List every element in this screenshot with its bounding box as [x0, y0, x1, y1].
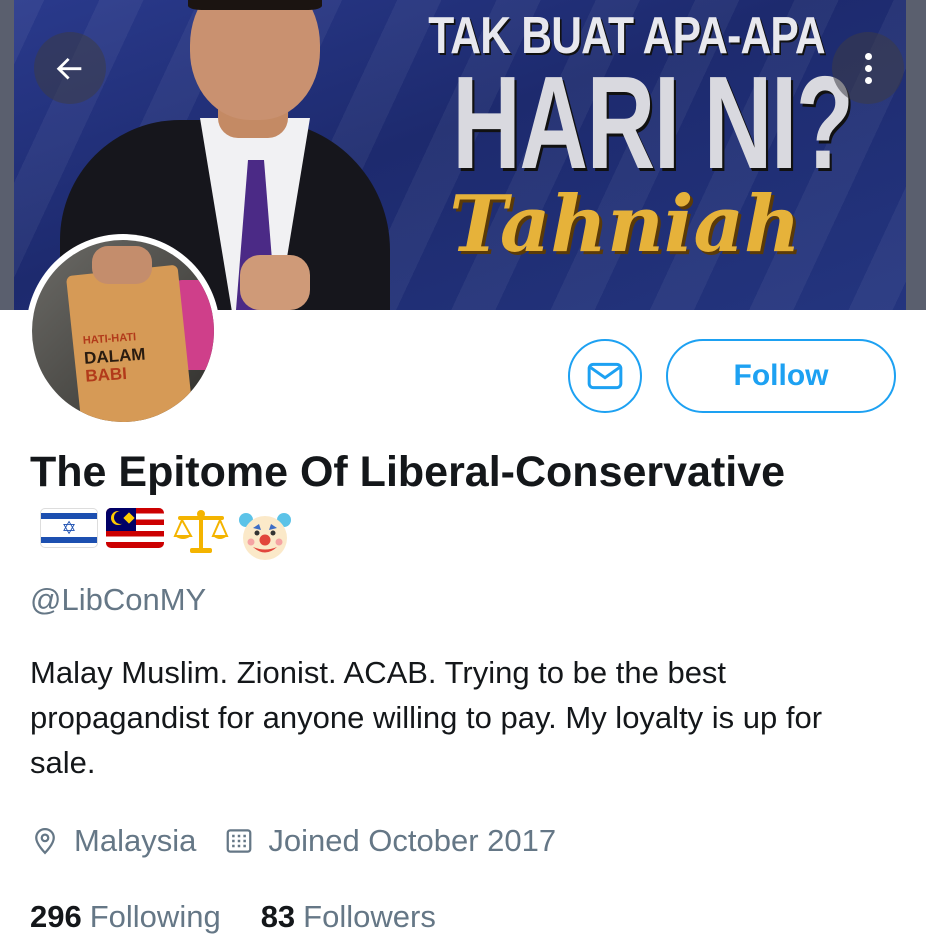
israel-flag-icon: ✡ — [40, 507, 98, 548]
following-count: 296 — [30, 899, 82, 934]
following-label: Following — [89, 899, 221, 934]
banner-text: TAK BUAT APA-APA HARI NI? Tahniah — [385, 0, 865, 270]
location-text: Malaysia — [74, 823, 197, 858]
profile-name: The Epitome Of Liberal-Conservative — [30, 448, 786, 496]
avatar-image: HATI-HATI DALAM BABI — [32, 240, 214, 422]
follow-button[interactable]: Follow — [666, 339, 896, 413]
followers-label: Followers — [303, 899, 436, 934]
name-emojis: ✡ — [40, 507, 292, 562]
arrow-left-icon — [56, 57, 82, 80]
location-item: Malaysia — [30, 823, 196, 859]
clown-face-icon — [238, 508, 292, 562]
avatar[interactable]: HATI-HATI DALAM BABI — [26, 234, 220, 428]
envelope-icon — [587, 362, 623, 390]
joined-item: Joined October 2017 — [224, 823, 556, 859]
calendar-icon — [226, 829, 252, 853]
profile-handle: @LibConMY — [30, 582, 207, 617]
profile-name-block: The Epitome Of Liberal-Conservative ✡ — [30, 442, 910, 562]
banner-edge-left — [0, 0, 14, 310]
following-link[interactable]: 296 Following — [30, 894, 221, 940]
back-button[interactable] — [34, 32, 106, 104]
profile-meta: Malaysia Joined October 2017 — [30, 818, 584, 864]
joined-text: Joined October 2017 — [268, 823, 557, 858]
scales-icon — [172, 508, 230, 554]
malaysia-flag-icon — [106, 507, 164, 548]
profile-stats: 296 Following 83 Followers — [30, 894, 476, 940]
followers-link[interactable]: 83 Followers — [261, 894, 436, 940]
followers-count: 83 — [260, 899, 296, 934]
profile-bio: Malay Muslim. Zionist. ACAB. Trying to b… — [30, 655, 823, 780]
message-button[interactable] — [568, 339, 642, 413]
banner-line-2: HARI NI? — [452, 49, 854, 196]
location-pin-icon — [35, 827, 55, 855]
more-vertical-icon — [864, 52, 872, 84]
banner-edge-right — [906, 0, 926, 310]
more-options-button[interactable] — [832, 32, 904, 104]
